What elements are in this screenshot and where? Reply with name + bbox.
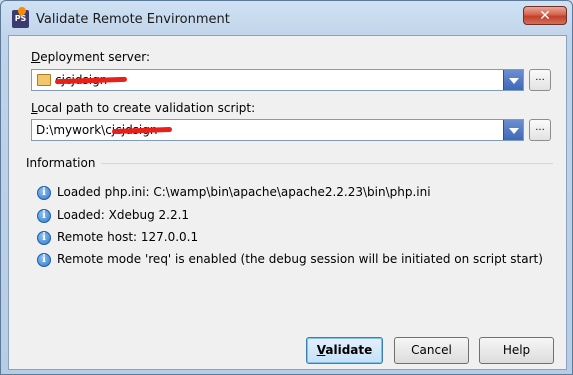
deployment-server-label: Deployment server: xyxy=(31,50,151,64)
info-icon: i xyxy=(37,231,51,245)
cancel-button[interactable]: Cancel xyxy=(394,337,469,364)
chevron-down-icon[interactable] xyxy=(503,120,523,140)
local-path-combo[interactable]: D:\mywork\cjcjdsign xyxy=(31,119,524,141)
information-section-title: Information xyxy=(26,156,96,170)
info-icon: i xyxy=(37,186,51,200)
close-button[interactable]: ✕ xyxy=(523,6,567,25)
window-title: Validate Remote Environment xyxy=(36,12,230,27)
local-path-browse-button[interactable]: ... xyxy=(529,119,551,141)
deployment-server-combo[interactable]: cjcjdsign xyxy=(31,69,524,91)
phpstorm-app-icon: PS xyxy=(12,5,29,28)
info-icon: i xyxy=(37,209,51,223)
info-icon: i xyxy=(37,253,51,267)
section-divider xyxy=(101,163,553,164)
title-bar[interactable]: PS Validate Remote Environment ✕ xyxy=(1,1,572,35)
chevron-down-icon[interactable] xyxy=(503,70,523,90)
validate-button[interactable]: Validate xyxy=(306,337,383,364)
dialog-window: PS Validate Remote Environment ✕ Deploym… xyxy=(0,0,573,375)
server-folder-icon xyxy=(37,74,51,86)
redaction-mark xyxy=(111,126,173,135)
deployment-browse-button[interactable]: ... xyxy=(529,69,551,91)
help-button[interactable]: Help xyxy=(479,337,554,364)
dialog-content: Deployment server: cjcjdsign ... Local p… xyxy=(8,35,567,370)
local-path-label: Local path to create validation script: xyxy=(31,101,256,115)
